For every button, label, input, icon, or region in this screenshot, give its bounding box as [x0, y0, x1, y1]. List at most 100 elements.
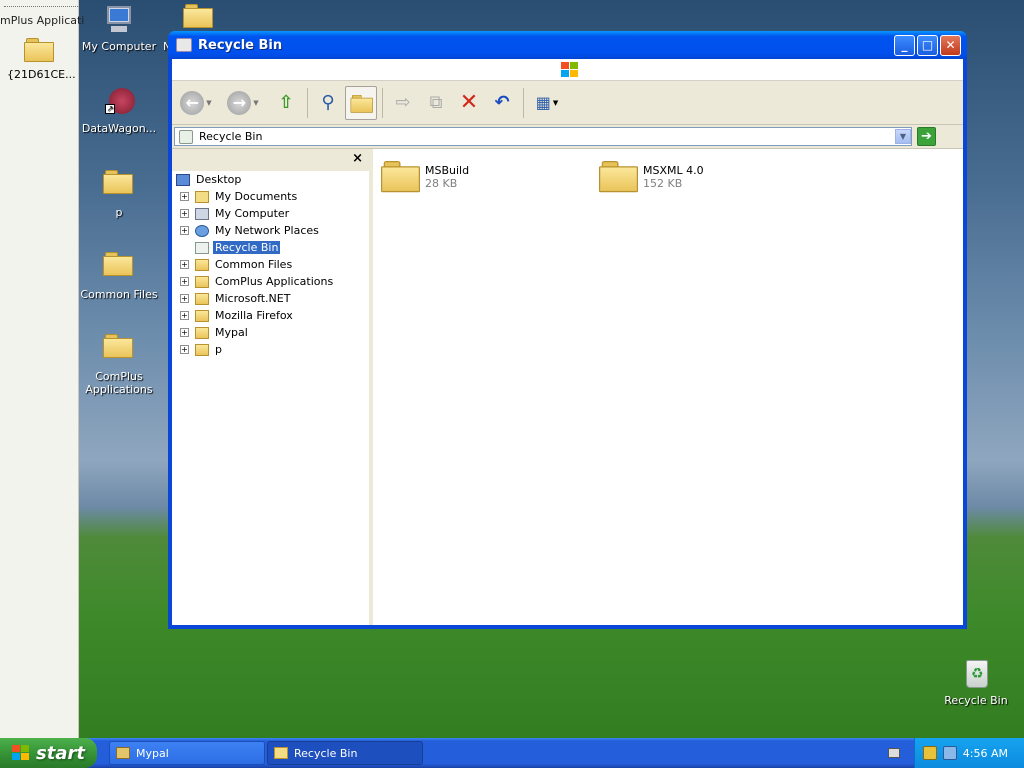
tree-node-my-network-places[interactable]: + My Network Places: [172, 222, 369, 239]
expand-toggle[interactable]: +: [180, 277, 189, 286]
folder-icon: [195, 292, 209, 305]
mypal-icon: [116, 747, 130, 759]
folders-button[interactable]: [345, 85, 377, 120]
background-window-title: mPlus Applicati: [0, 14, 85, 27]
title-bar[interactable]: Recycle Bin _ □ ✕: [168, 31, 967, 59]
copy-to-button[interactable]: ⧉: [420, 86, 452, 120]
file-list[interactable]: MSBuild 28 KB MSXML 4.0 152 KB: [373, 149, 963, 625]
recycle-bin-icon: [176, 38, 192, 52]
toolbar-separator: [382, 87, 383, 118]
window-content: ←▼ →▼ ⇧ ⚲ ⇨ ⧉ ✕ ↶ ▦▼ Recycle Bin ▼ ➔: [172, 59, 963, 625]
tree-node-recycle-bin[interactable]: Recycle Bin: [172, 239, 369, 256]
move-to-button[interactable]: ⇨: [387, 86, 419, 120]
address-dropdown-button[interactable]: ▼: [895, 129, 911, 144]
back-arrow-icon: ←: [180, 90, 205, 115]
desktop-icon-label: My Computer: [81, 40, 157, 53]
undo-button[interactable]: ↶: [486, 86, 518, 120]
network-icon[interactable]: [942, 746, 957, 760]
expand-toggle[interactable]: +: [180, 209, 189, 218]
start-button[interactable]: start: [0, 738, 97, 768]
desktop-icon: [176, 173, 190, 186]
folder-icon[interactable]: [24, 38, 54, 62]
search-icon: ⚲: [321, 92, 335, 113]
windows-logo-icon: [561, 62, 579, 78]
expand-toggle[interactable]: +: [180, 192, 189, 201]
folder-icon: [103, 252, 135, 284]
explorer-window[interactable]: Recycle Bin _ □ ✕ ← ▼ → ▼ ⇧ ⚲ ⇨ ⧉ ✕ ↶ ▦ …: [168, 31, 967, 629]
desktop-icon-complus-applications[interactable]: ComPlus Applications: [78, 334, 160, 396]
expand-toggle: [180, 243, 189, 252]
tree-node-label: My Network Places: [215, 224, 319, 237]
item-size: 28 KB: [425, 177, 458, 190]
search-button[interactable]: ⚲: [312, 86, 344, 120]
computer-icon: [103, 4, 135, 36]
taskbar: start Mypal Recycle Bin 4:56 AM: [0, 738, 1024, 768]
recycle-bin-icon: [179, 129, 193, 144]
start-label: start: [36, 742, 85, 764]
desktop-icon-recycle-bin[interactable]: ♻ Recycle Bin: [935, 658, 1017, 707]
folder-icon: [381, 161, 420, 197]
folder-label[interactable]: {21D61CE...: [7, 68, 76, 81]
folder-icon: [103, 334, 135, 366]
expand-toggle[interactable]: +: [180, 226, 189, 235]
folder-icon: [195, 275, 209, 288]
folder-icon: [599, 161, 639, 197]
explorer-body: × Desktop + My Documents + My Computer + My Ne…: [172, 149, 963, 625]
expand-toggle[interactable]: +: [180, 311, 189, 320]
keyboard-icon[interactable]: [888, 748, 900, 758]
folder-icon: [195, 343, 209, 356]
desktop-icon-label: Recycle Bin: [944, 694, 1008, 707]
desktop-icon-datawagon[interactable]: ↗ DataWagon...: [78, 86, 160, 135]
up-button[interactable]: ⇧: [270, 86, 302, 120]
desktop-icon-label: DataWagon...: [81, 122, 157, 135]
tree-node-label: My Computer: [215, 207, 290, 220]
minimize-button[interactable]: _: [894, 34, 915, 56]
tree-node-desktop[interactable]: Desktop: [172, 171, 369, 188]
tree-node-label: Microsoft.NET: [215, 292, 291, 305]
expand-toggle[interactable]: +: [180, 294, 189, 303]
expand-toggle[interactable]: +: [180, 328, 189, 337]
tree-node-common-files[interactable]: + Common Files: [172, 256, 369, 273]
views-button[interactable]: ▦ ▼: [528, 86, 566, 120]
network-icon: [195, 224, 209, 237]
item-name: MSXML 4.0: [643, 164, 704, 177]
address-field[interactable]: Recycle Bin ▼: [174, 127, 912, 146]
my-documents-icon: [195, 190, 209, 203]
tree-node-p[interactable]: + p: [172, 341, 369, 358]
maximize-button[interactable]: □: [917, 34, 938, 56]
desktop-icon-common-files[interactable]: Common Files: [78, 252, 160, 301]
toolbar-separator: [307, 87, 308, 118]
item-size: 152 KB: [643, 177, 683, 190]
clock[interactable]: 4:56 AM: [963, 747, 1008, 760]
background-window[interactable]: mPlus Applicati {21D61CE...: [0, 0, 84, 738]
tree-node-label: Common Files: [215, 258, 293, 271]
views-icon: ▦: [535, 93, 551, 112]
tree-node-microsoft-net[interactable]: + Microsoft.NET: [172, 290, 369, 307]
go-button[interactable]: ➔: [917, 127, 936, 146]
toolbar-separator: [523, 87, 524, 118]
back-button[interactable]: ← ▼: [180, 86, 212, 120]
delete-button[interactable]: ✕: [453, 86, 485, 120]
expand-toggle[interactable]: +: [180, 260, 189, 269]
tree-node-label: p: [215, 343, 222, 356]
desktop-icon-p[interactable]: p: [78, 170, 160, 219]
copy-to-icon: ⧉: [429, 92, 443, 113]
close-pane-button[interactable]: ×: [352, 151, 363, 166]
folders-pane-header: ×: [172, 149, 369, 171]
tree-node-mozilla-firefox[interactable]: + Mozilla Firefox: [172, 307, 369, 324]
tree-node-my-documents[interactable]: + My Documents: [172, 188, 369, 205]
list-item-msxml[interactable]: MSXML 4.0 152 KB: [599, 161, 704, 197]
desktop-icon-my-computer[interactable]: My Computer: [78, 4, 160, 53]
security-shield-icon[interactable]: [922, 746, 937, 760]
forward-button[interactable]: → ▼: [227, 86, 259, 120]
close-button[interactable]: ✕: [940, 34, 961, 56]
taskbar-button-recycle-bin[interactable]: Recycle Bin: [267, 741, 423, 765]
taskbar-button-mypal[interactable]: Mypal: [109, 741, 265, 765]
forward-arrow-icon: →: [227, 90, 252, 115]
list-item-msbuild[interactable]: MSBuild 28 KB: [381, 161, 469, 197]
expand-toggle[interactable]: +: [180, 345, 189, 354]
folder-icon: [195, 258, 209, 271]
tree-node-complus-applications[interactable]: + ComPlus Applications: [172, 273, 369, 290]
tree-node-mypal[interactable]: + Mypal: [172, 324, 369, 341]
tree-node-my-computer[interactable]: + My Computer: [172, 205, 369, 222]
